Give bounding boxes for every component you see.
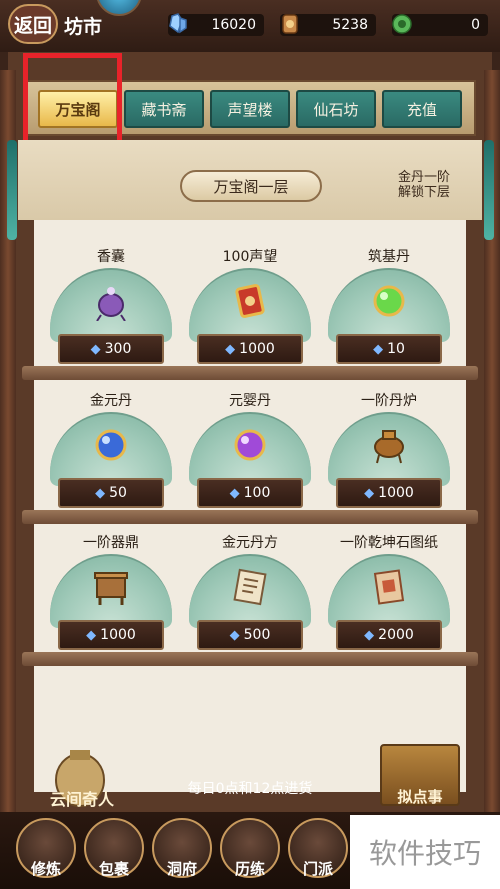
currency-jade-coin: 0: [392, 14, 488, 36]
nav-label: 修炼: [30, 860, 61, 878]
currency-value: 5238: [332, 17, 368, 33]
currency-value: 16020: [211, 17, 256, 33]
shop-item-sachet[interactable]: 香囊 ◆ 300: [44, 246, 178, 376]
nav-label: 历练: [234, 860, 265, 878]
currency-value: 0: [471, 17, 480, 33]
item-name: 金元丹: [90, 393, 132, 409]
nav-bag[interactable]: 包裹: [84, 818, 144, 882]
item-name: 香囊: [97, 249, 125, 265]
item-name: 一阶器鼎: [83, 535, 139, 551]
item-price: 500: [243, 627, 271, 643]
recipe-scroll-icon: [229, 566, 271, 608]
right-tassel-icon: [484, 140, 494, 240]
bottom-right-label[interactable]: 拟点事: [380, 786, 460, 807]
spirit-stone-icon: ◆: [229, 485, 240, 501]
watermark: 软件技巧: [350, 815, 500, 889]
nav-label: 门派: [302, 860, 333, 878]
currency-spirit-stone: 16020: [168, 13, 264, 36]
item-price: 10: [387, 341, 405, 357]
tab-xianshifang[interactable]: 仙石坊: [296, 90, 376, 128]
tab-shengwanglou[interactable]: 声望楼: [210, 90, 290, 128]
shop-item-cauldron[interactable]: 一阶丹炉 ◆ 1000: [322, 390, 456, 520]
price-box: ◆ 100: [197, 478, 303, 508]
item-price: 300: [104, 341, 132, 357]
shop-item-purple-pill[interactable]: 元婴丹 ◆ 100: [183, 390, 317, 520]
shop-item-forge[interactable]: 一阶器鼎 ◆ 1000: [44, 532, 178, 662]
price-box: ◆ 300: [58, 334, 164, 364]
item-price: 100: [243, 485, 271, 501]
price-box: ◆ 50: [58, 478, 164, 508]
back-button[interactable]: 返回: [8, 4, 58, 44]
nav-trial[interactable]: 历练: [220, 818, 280, 882]
price-box: ◆ 1000: [336, 478, 442, 508]
page-title: 坊市: [64, 16, 103, 38]
blueprint-icon: [368, 566, 410, 608]
shop-item-blue-pill[interactable]: 金元丹 ◆ 50: [44, 390, 178, 520]
spirit-stone-icon: ◆: [364, 627, 375, 643]
spirit-stone-icon: ◆: [225, 341, 236, 357]
spirit-stone-icon: ◆: [229, 627, 240, 643]
item-name: 一阶丹炉: [361, 393, 417, 409]
spirit-stone-icon: ◆: [364, 485, 375, 501]
spirit-stone-icon: ◆: [86, 627, 97, 643]
item-price: 2000: [378, 627, 414, 643]
nav-cave[interactable]: 洞府: [152, 818, 212, 882]
item-name: 筑基丹: [368, 249, 410, 265]
shop-item-reputation[interactable]: 100声望 ◆ 1000: [183, 246, 317, 376]
shop-item-green-pill[interactable]: 筑基丹 ◆ 10: [322, 246, 456, 376]
tab-cangshuzhai[interactable]: 藏书斋: [124, 90, 204, 128]
jade-coin-icon: [388, 10, 416, 38]
green-pill-icon: [368, 280, 410, 322]
price-box: ◆ 1000: [197, 334, 303, 364]
item-name: 金元丹方: [222, 535, 278, 551]
item-name: 100声望: [222, 249, 278, 265]
price-box: ◆ 500: [197, 620, 303, 650]
tab-recharge[interactable]: 充值: [382, 90, 462, 128]
shop-item-recipe[interactable]: 金元丹方 ◆ 500: [183, 532, 317, 662]
nav-label: 包裹: [98, 860, 129, 878]
price-box: ◆ 10: [336, 334, 442, 364]
cauldron-icon: [368, 424, 410, 466]
purple-pill-icon: [229, 424, 271, 466]
item-price: 1000: [239, 341, 275, 357]
reputation-token-icon: [229, 280, 271, 322]
item-name: 一阶乾坤石图纸: [340, 535, 438, 551]
spirit-stone-icon: ◆: [95, 485, 106, 501]
item-name: 元婴丹: [229, 393, 271, 409]
unlock-hint-line2: 解锁下层: [397, 185, 450, 200]
nav-label: 洞府: [166, 860, 197, 878]
blue-pill-icon: [90, 424, 132, 466]
sachet-icon: [90, 280, 132, 322]
merit-icon: [276, 10, 304, 38]
forge-icon: [90, 566, 132, 608]
left-tassel-icon: [7, 140, 17, 240]
price-box: ◆ 2000: [336, 620, 442, 650]
spirit-stone-icon: ◆: [90, 341, 101, 357]
spirit-stone-icon: [164, 10, 192, 38]
unlock-hint: 金丹一阶 解锁下层: [384, 170, 464, 200]
spirit-stone-icon: ◆: [373, 341, 384, 357]
nav-cultivate[interactable]: 修炼: [16, 818, 76, 882]
shop-item-blueprint[interactable]: 一阶乾坤石图纸 ◆ 2000: [322, 532, 456, 662]
item-price: 1000: [378, 485, 414, 501]
unlock-hint-line1: 金丹一阶: [397, 170, 450, 185]
nav-sect[interactable]: 门派: [288, 818, 348, 882]
price-box: ◆ 1000: [58, 620, 164, 650]
floor-label[interactable]: 万宝阁一层: [180, 170, 322, 202]
currency-merit: 5238: [280, 14, 376, 36]
item-price: 1000: [100, 627, 136, 643]
item-price: 50: [109, 485, 127, 501]
